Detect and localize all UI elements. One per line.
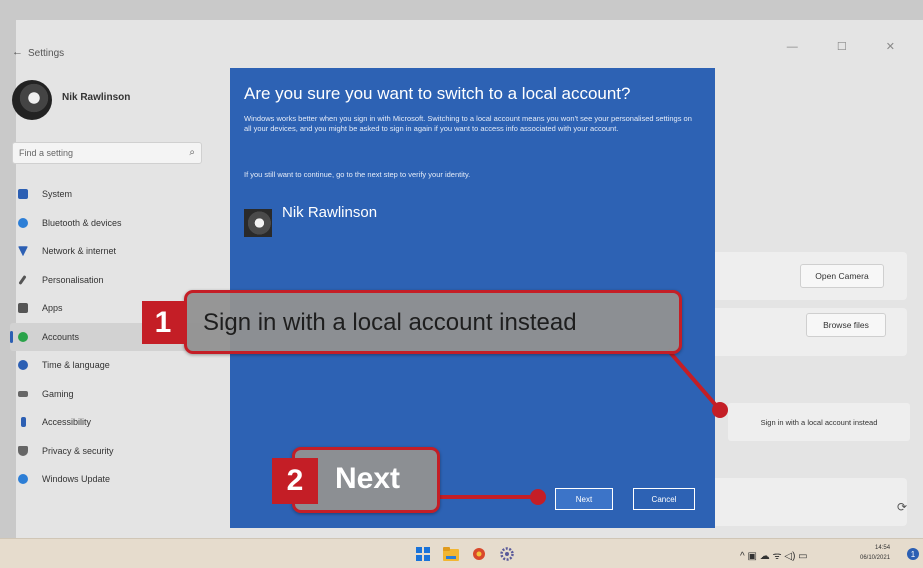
update-icon: [18, 474, 28, 485]
sidebar-item-privacy[interactable]: Privacy & security: [10, 437, 210, 466]
sidebar-item-label: System: [42, 189, 73, 200]
system-tray[interactable]: ^ ▣ ☁ ᯤ ◁) ▭: [740, 548, 808, 562]
avatar: [12, 80, 52, 120]
screen: ← Settings — ☐ ✕ Nik Rawlinson Find a se…: [0, 0, 923, 548]
clock-date: 06/10/2021: [860, 555, 891, 561]
dialog-instructions: If you still want to continue, go to the…: [244, 170, 471, 179]
gaming-icon: [18, 390, 28, 397]
sidebar-item-bluetooth[interactable]: Bluetooth & devices: [10, 209, 210, 238]
sidebar-item-label: Bluetooth & devices: [42, 217, 122, 228]
search-placeholder: Find a setting: [19, 148, 74, 158]
next-button[interactable]: Next: [555, 488, 613, 510]
sidebar-item-network[interactable]: Network & internet: [10, 237, 210, 266]
accounts-icon: [18, 331, 28, 342]
sidebar-item-label: Accessibility: [42, 417, 92, 428]
sidebar-item-label: Time & language: [42, 360, 110, 371]
callout-1-dot: [712, 402, 728, 418]
sidebar-item-gaming[interactable]: Gaming: [10, 380, 210, 409]
file-explorer-icon[interactable]: [443, 546, 459, 562]
open-camera-button[interactable]: Open Camera: [800, 264, 884, 288]
browse-files-button[interactable]: Browse files: [806, 313, 886, 337]
callout-1: Sign in with a local account instead: [184, 290, 682, 354]
settings-gear-icon[interactable]: [499, 546, 515, 562]
dialog-body: Windows works better when you sign in wi…: [244, 114, 692, 133]
bluetooth-icon: [18, 217, 28, 228]
sidebar-item-system[interactable]: System: [10, 180, 210, 209]
apps-icon: [18, 303, 28, 314]
callout-1-badge: 1: [142, 301, 184, 344]
cancel-button[interactable]: Cancel: [633, 488, 695, 510]
sidebar-item-label: Privacy & security: [42, 445, 114, 456]
app-title: Settings: [28, 48, 65, 59]
callout-2-badge: 2: [272, 458, 318, 504]
sidebar-item-windows-update[interactable]: Windows Update: [10, 465, 210, 494]
search-input[interactable]: Find a setting ⌕: [12, 142, 202, 164]
time-icon: [18, 360, 28, 371]
sidebar-item-label: Apps: [42, 303, 63, 314]
sidebar-item-label: Personalisation: [42, 274, 104, 285]
sidebar-item-personalisation[interactable]: Personalisation: [10, 266, 210, 295]
dialog-title: Are you sure you want to switch to a loc…: [244, 84, 631, 103]
brush-icon: [18, 274, 27, 285]
sidebar-item-label: Windows Update: [42, 474, 111, 485]
sidebar-item-accessibility[interactable]: Accessibility: [10, 408, 210, 437]
user-name: Nik Rawlinson: [62, 92, 131, 103]
clock[interactable]: 14:54 06/10/2021: [860, 543, 890, 563]
network-icon: [18, 246, 28, 257]
dialog-avatar: [244, 209, 272, 237]
callout-1-text: Sign in with a local account instead: [203, 309, 577, 336]
sidebar-item-time-language[interactable]: Time & language: [10, 351, 210, 380]
browser-icon[interactable]: [471, 546, 487, 562]
clock-time: 14:54: [875, 545, 891, 551]
callout-2-text: Next: [335, 462, 401, 495]
sidebar-item-label: Accounts: [42, 331, 80, 342]
windows-start-icon[interactable]: [415, 546, 431, 562]
refresh-icon[interactable]: ⟳: [897, 500, 907, 514]
bottom-card: [690, 478, 907, 526]
taskbar-icons: [415, 546, 515, 562]
accessibility-icon: [21, 417, 26, 428]
signin-local-account-link[interactable]: Sign in with a local account instead: [728, 403, 910, 441]
system-icon: [18, 189, 28, 200]
shield-icon: [18, 445, 28, 456]
dialog-user-name: Nik Rawlinson: [282, 204, 378, 221]
notification-icon[interactable]: 1: [907, 548, 919, 560]
window-controls[interactable]: — ☐ ✕: [787, 40, 913, 53]
search-icon: ⌕: [189, 147, 195, 158]
sidebar-item-label: Network & internet: [42, 246, 117, 257]
arrow-left-icon[interactable]: ←: [12, 46, 23, 58]
callout-2-dot: [530, 489, 546, 505]
taskbar: ^ ▣ ☁ ᯤ ◁) ▭ 14:54 06/10/2021 1: [0, 538, 923, 568]
sidebar-item-label: Gaming: [42, 388, 74, 399]
